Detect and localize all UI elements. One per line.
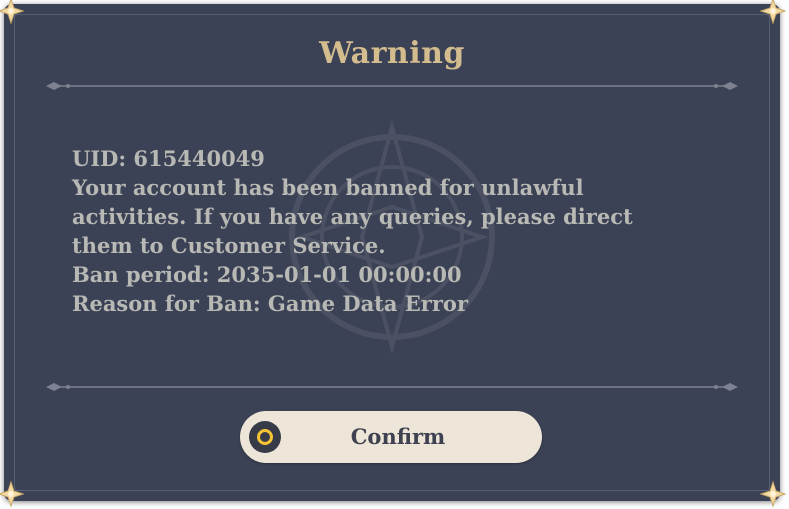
confirm-button[interactable]: Confirm [240,411,542,463]
corner-ornament-icon [760,481,786,507]
corner-ornament-icon [0,0,24,24]
message-line: activities. If you have any queries, ple… [72,204,633,229]
confirm-button-label: Confirm [350,424,446,449]
message-line-ban-period: Ban period: 2035-01-01 00:00:00 [72,262,462,287]
message-line: Your account has been banned for unlawfu… [72,175,584,200]
bottom-divider [46,383,738,391]
ban-message: UID: 615440049 Your account has been ban… [72,144,712,318]
dialog-title: Warning [319,36,465,71]
message-line-uid: UID: 615440049 [72,146,265,171]
top-divider [46,82,738,90]
corner-ornament-icon [0,481,24,507]
corner-ornament-icon [760,0,786,24]
message-line: them to Customer Service. [72,233,386,258]
warning-dialog: Warning UID: 615440049 Your account has … [0,0,786,507]
message-line-ban-reason: Reason for Ban: Game Data Error [72,291,469,316]
